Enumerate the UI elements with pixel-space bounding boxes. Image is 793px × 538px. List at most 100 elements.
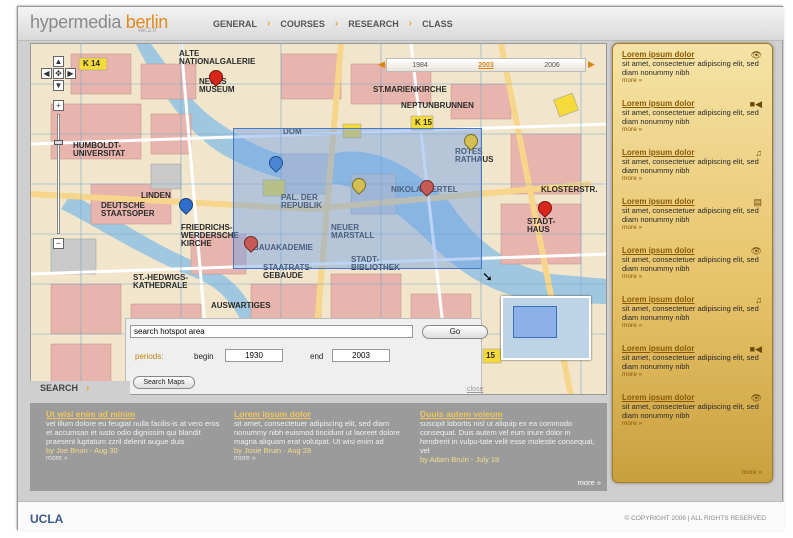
news-title[interactable]: Ut wisi enim ad minim bbox=[46, 409, 224, 419]
end-label: end bbox=[310, 352, 324, 361]
timeline-next-icon[interactable]: ▶ bbox=[588, 59, 595, 70]
timeline-year-1984[interactable]: 1984 bbox=[412, 62, 428, 69]
sidebar-item-title[interactable]: Lorem ipsum dolor bbox=[622, 246, 768, 255]
hotspot-selection-area[interactable] bbox=[233, 128, 482, 269]
music-note-icon: ♫ bbox=[755, 295, 762, 305]
sidebar-item[interactable]: Lorem ipsum dolor sit amet, consectetuer… bbox=[622, 148, 768, 194]
mouse-cursor-icon: ➘ bbox=[482, 269, 493, 284]
sidebar-item[interactable]: Lorem ipsum dolor sit amet, consectetuer… bbox=[622, 295, 768, 341]
minimap-viewport-rect[interactable] bbox=[513, 306, 557, 338]
news-item: Duuis autem veleum suscipit lobortis nis… bbox=[420, 409, 598, 464]
nav-research-label: RESEARCH bbox=[348, 18, 399, 29]
sidebar-item-title[interactable]: Lorem ipsum dolor bbox=[622, 344, 768, 353]
sidebar-item[interactable]: Lorem ipsum dolor sit amet, consectetuer… bbox=[622, 344, 768, 390]
news-more-link[interactable]: more » bbox=[234, 455, 412, 462]
sidebar-item[interactable]: Lorem ipsum dolor sit amet, consectetuer… bbox=[622, 197, 768, 243]
sidebar-bottom-more-link[interactable]: more » bbox=[742, 469, 762, 476]
search-input[interactable]: search hotspot area bbox=[130, 325, 413, 338]
sidebar-item-text: sit amet, consectetuer adipiscing elit, … bbox=[622, 255, 759, 273]
music-note-icon: ♫ bbox=[755, 148, 762, 158]
sidebar-item-text: sit amet, consectetuer adipiscing elit, … bbox=[622, 108, 759, 126]
begin-label: begin bbox=[194, 352, 214, 361]
zoom-out-icon[interactable]: − bbox=[53, 238, 64, 249]
sidebar-item-title[interactable]: Lorem ipsum dolor bbox=[622, 50, 768, 59]
sidebar-item-title[interactable]: Lorem ipsum dolor bbox=[622, 295, 768, 304]
search-tab-label: SEARCH bbox=[40, 383, 79, 393]
news-item: Lorem ipsum dolor sit amet, consectetuer… bbox=[234, 409, 412, 462]
map-label: STADT- HAUS bbox=[527, 217, 556, 234]
news-byline: by Adam Bruin - July 18 bbox=[420, 455, 500, 464]
news-strip: Ut wisi enim ad minim vel illum dolore e… bbox=[30, 403, 607, 491]
zoom-slider[interactable] bbox=[54, 114, 63, 234]
sidebar-item[interactable]: Lorem ipsum dolor sit amet, consectetuer… bbox=[622, 50, 768, 96]
ucla-logo[interactable]: UCLA bbox=[30, 512, 63, 526]
map-label: FRIEDRICHS- WERDERSCHE KIRCHE bbox=[181, 223, 239, 248]
sidebar-item[interactable]: Lorem ipsum dolor sit amet, consectetuer… bbox=[622, 99, 768, 145]
copyright-text: © COPYRIGHT 2006 | ALL RIGHTS RESERVED bbox=[624, 515, 766, 522]
search-panel: search hotspot area Go periods: begin 19… bbox=[125, 318, 488, 394]
news-more-link[interactable]: more » bbox=[46, 455, 224, 462]
chevron-right-icon: › bbox=[334, 18, 339, 29]
sidebar-more-link[interactable]: more » bbox=[622, 322, 768, 329]
sidebar-item[interactable]: Lorem ipsum dolor sit amet, consectetuer… bbox=[622, 246, 768, 292]
search-tab[interactable]: SEARCH › bbox=[30, 381, 130, 395]
sidebar-item-text: sit amet, consectetuer adipiscing elit, … bbox=[622, 304, 759, 322]
sidebar-more-link[interactable]: more » bbox=[622, 273, 768, 280]
video-camera-icon: ■◀ bbox=[749, 99, 762, 109]
sidebar-item-title[interactable]: Lorem ipsum dolor bbox=[622, 148, 768, 157]
logo-brand: hypermedia bbox=[30, 12, 122, 32]
pan-down-icon[interactable]: ▼ bbox=[53, 80, 64, 91]
app-frame: hypermedia berlin ver.2.0 GENERAL › COURS… bbox=[17, 6, 784, 531]
chevron-right-icon: › bbox=[86, 383, 90, 394]
eye-icon: 👁 bbox=[750, 246, 762, 256]
begin-year-input[interactable]: 1930 bbox=[225, 349, 283, 362]
pan-center-icon[interactable]: ✥ bbox=[53, 68, 64, 79]
sidebar-item-title[interactable]: Lorem ipsum dolor bbox=[622, 197, 768, 206]
document-icon: ▤ bbox=[753, 197, 762, 207]
sidebar-more-link[interactable]: more » bbox=[622, 126, 768, 133]
chevron-right-icon: › bbox=[408, 18, 413, 29]
overview-minimap[interactable] bbox=[501, 296, 591, 360]
sidebar-more-link[interactable]: more » bbox=[622, 420, 768, 427]
map-label: ST.-HEDWIGS- KATHEDRALE bbox=[133, 273, 189, 290]
footer: UCLA © COPYRIGHT 2006 | ALL RIGHTS RESER… bbox=[18, 501, 784, 531]
sidebar-more-link[interactable]: more » bbox=[622, 77, 768, 84]
sidebar-more-link[interactable]: more » bbox=[622, 224, 768, 231]
eye-icon: 👁 bbox=[750, 393, 762, 403]
main-nav: GENERAL › COURSES › RESEARCH › CLASS bbox=[213, 18, 453, 29]
close-link[interactable]: close bbox=[467, 386, 483, 393]
map-label: NEPTUNBRUNNEN bbox=[401, 101, 474, 110]
end-year-input[interactable]: 2003 bbox=[332, 349, 390, 362]
zoom-in-icon[interactable]: + bbox=[53, 100, 64, 111]
news-title[interactable]: Duuis autem veleum bbox=[420, 409, 598, 419]
map-label: 15 bbox=[486, 351, 495, 360]
nav-general[interactable]: GENERAL › bbox=[213, 18, 280, 29]
pan-up-icon[interactable]: ▲ bbox=[53, 56, 64, 67]
news-byline: by Joe Bruin - Aug 30 bbox=[46, 446, 118, 455]
go-button[interactable]: Go bbox=[422, 325, 488, 339]
sidebar-item-title[interactable]: Lorem ipsum dolor bbox=[622, 393, 768, 402]
sidebar-item-title[interactable]: Lorem ipsum dolor bbox=[622, 99, 768, 108]
news-title[interactable]: Lorem ipsum dolor bbox=[234, 409, 412, 419]
map-label: DEUTSCHE STAATSOPER bbox=[101, 201, 155, 218]
map-viewport[interactable]: ALTE NATIONALGALERIE NEUES MUSEUM HUMBOL… bbox=[30, 43, 607, 395]
search-maps-button[interactable]: Search Maps bbox=[133, 376, 195, 389]
news-more-link[interactable]: more » bbox=[578, 478, 601, 487]
pan-right-icon[interactable]: ▶ bbox=[65, 68, 76, 79]
nav-research[interactable]: RESEARCH › bbox=[348, 18, 422, 29]
zoom-slider-handle[interactable] bbox=[54, 140, 63, 145]
pan-left-icon[interactable]: ◀ bbox=[41, 68, 52, 79]
timeline-prev-icon[interactable]: ◀ bbox=[378, 59, 385, 70]
periods-label: periods: bbox=[135, 352, 164, 361]
map-label: K 15 bbox=[415, 118, 432, 127]
timeline-bar: 1984 2003 2006 bbox=[386, 58, 586, 72]
map-label: LINDEN bbox=[141, 191, 171, 200]
sidebar-more-link[interactable]: more » bbox=[622, 371, 768, 378]
timeline-year-2006[interactable]: 2006 bbox=[544, 62, 560, 69]
nav-courses[interactable]: COURSES › bbox=[280, 18, 348, 29]
timeline-year-2003[interactable]: 2003 bbox=[478, 62, 494, 69]
sidebar-item[interactable]: Lorem ipsum dolor sit amet, consectetuer… bbox=[622, 393, 768, 439]
sidebar-more-link[interactable]: more » bbox=[622, 175, 768, 182]
nav-class[interactable]: CLASS bbox=[422, 18, 453, 29]
map-label: KLOSTERSTR. bbox=[541, 185, 598, 194]
